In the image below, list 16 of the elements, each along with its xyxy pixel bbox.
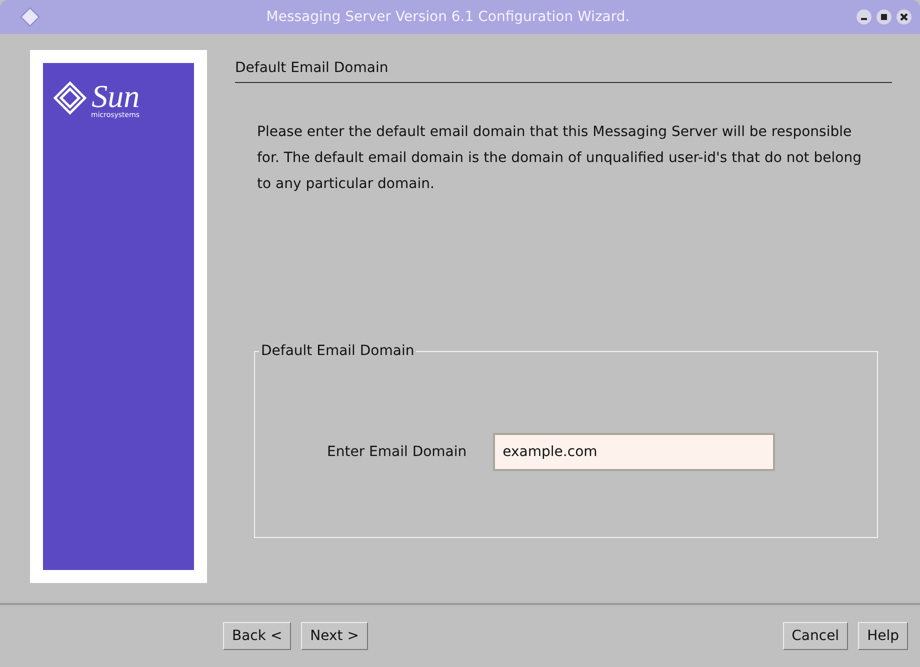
field-label: Enter Email Domain <box>327 444 467 460</box>
description-text: Please enter the default email domain that this Messaging Server will be responsible for. The default email domain is the domain of unqualified user-id's that do not belong to any particular domain. <box>257 123 862 194</box>
diamond-icon <box>20 7 40 27</box>
nav-button[interactable]: Back < <box>223 622 292 650</box>
brand-name: Sun <box>92 81 140 111</box>
domain-input-field[interactable]: example.com <box>492 433 775 471</box>
action-button[interactable]: Cancel <box>782 622 848 650</box>
nav-button[interactable]: Next > <box>301 622 368 650</box>
window-title: Messaging Server Version 6.1 Configuration Wizard. <box>265 9 631 25</box>
close-button[interactable] <box>896 9 912 25</box>
action-button[interactable]: Help <box>858 622 908 650</box>
maximize-button[interactable] <box>876 9 892 25</box>
page-heading: Default Email Domain <box>235 50 892 83</box>
logo-icon <box>53 81 87 115</box>
group-title: Default Email Domain <box>260 343 416 359</box>
minimize-button[interactable] <box>856 9 872 25</box>
